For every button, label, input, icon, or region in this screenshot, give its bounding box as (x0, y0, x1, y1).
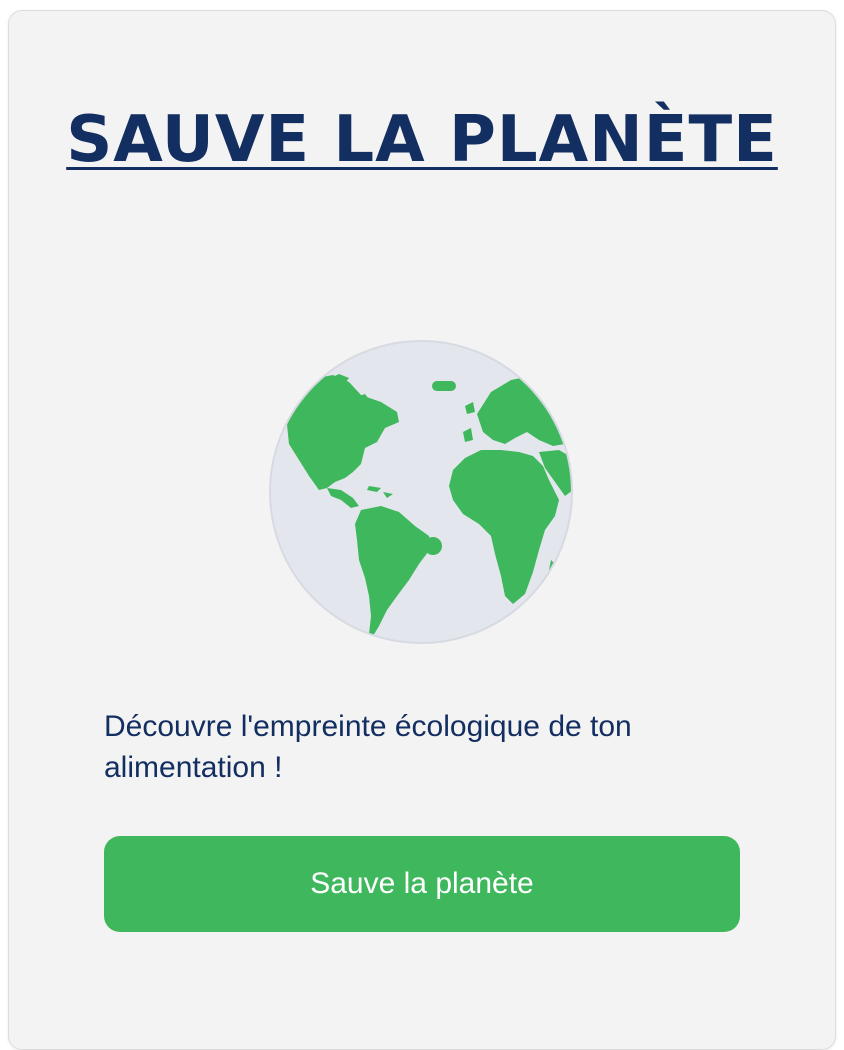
earth-globe-icon (269, 340, 573, 644)
description-text: Découvre l'empreinte écologique de ton a… (104, 710, 632, 784)
page-title: SAUVE LA PLANÈTE (66, 103, 778, 177)
save-planet-button[interactable]: Sauve la planète (104, 836, 740, 932)
